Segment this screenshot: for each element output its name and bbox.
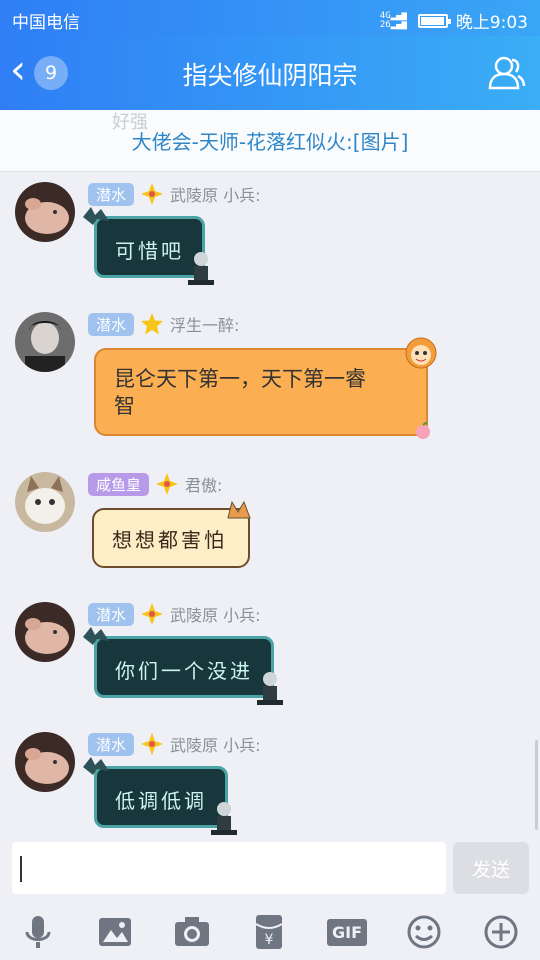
message-meta: 潜水 武陵原 小兵: — [88, 602, 261, 626]
carrier-label: 中国电信 — [12, 13, 80, 33]
diamond-badge-icon — [141, 733, 164, 755]
peach-icon — [416, 422, 430, 439]
message-text: 想想都害怕 — [112, 528, 227, 552]
avatar[interactable] — [15, 472, 75, 532]
pinned-notice[interactable]: 好强 大佬会-天师-花落红似火:[图片] — [0, 110, 540, 172]
bat-wing-icon — [83, 627, 109, 645]
chibi-figure-icon — [257, 672, 283, 705]
sender-name: 武陵原 小兵: — [170, 606, 261, 625]
send-button[interactable]: 发送 — [453, 842, 529, 894]
message-text: 可惜吧 — [115, 239, 184, 263]
message-bubble[interactable]: 可惜吧 — [83, 207, 214, 285]
avatar[interactable] — [15, 602, 75, 662]
avatar[interactable] — [15, 312, 75, 372]
bat-wing-icon — [83, 207, 109, 225]
message-bubble[interactable]: 想想都害怕 — [92, 500, 251, 568]
svg-text:¥: ¥ — [265, 932, 274, 948]
diamond-badge-icon — [141, 603, 164, 625]
member-tag: 咸鱼皇 — [88, 472, 150, 496]
diamond-badge-icon — [141, 183, 164, 205]
message-meta: 潜水 武陵原 小兵: — [88, 732, 261, 756]
monkey-face-icon — [405, 337, 437, 369]
image-icon[interactable] — [95, 912, 135, 952]
message-text-line-2: 智 — [114, 394, 135, 418]
message-meta: 潜水 武陵原 小兵: — [88, 182, 261, 206]
input-bar: 发送 — [0, 836, 540, 902]
message-meta: 咸鱼皇 君傲: — [88, 472, 222, 496]
member-tag: 潜水 — [88, 182, 135, 206]
message-text-line-1: 昆仑天下第一，天下第一睿 — [114, 367, 366, 391]
message-text: 低调低调 — [115, 789, 207, 813]
plus-icon[interactable] — [481, 912, 521, 952]
clock: 晚上9:03 — [455, 13, 528, 33]
gif-icon[interactable]: GIF — [326, 912, 368, 952]
scrollbar[interactable] — [535, 740, 538, 830]
sender-name: 武陵原 小兵: — [170, 186, 261, 205]
chibi-figure-icon — [188, 252, 214, 285]
text-caret — [20, 856, 22, 882]
group-members-icon[interactable] — [486, 52, 526, 92]
cat-ears-icon — [227, 500, 251, 519]
chat-header: ‹ 9 指尖修仙阴阳宗 — [0, 36, 540, 110]
bat-wing-icon — [83, 757, 109, 775]
signal-icon: 4G▂▄▆ 26▂▄▆ — [379, 10, 407, 30]
member-tag: 潜水 — [88, 732, 135, 756]
input-toolbar: ¥ GIF — [0, 902, 540, 960]
battery-icon — [417, 13, 451, 28]
microphone-icon[interactable] — [18, 912, 58, 952]
unread-badge: 9 — [34, 56, 68, 90]
status-bar: 中国电信 4G▂▄▆ 26▂▄▆ 晚上9:03 — [0, 0, 540, 36]
message-text: 你们一个没进 — [115, 659, 253, 683]
message-bubble[interactable]: 低调低调 — [83, 757, 237, 835]
message-bubble[interactable]: 昆仑天下第一，天下第一睿 智 — [94, 337, 437, 439]
page-title: 指尖修仙阴阳宗 — [182, 61, 358, 90]
gif-label: GIF — [326, 918, 367, 946]
sender-name: 浮生一醉: — [170, 316, 240, 335]
member-tag: 潜水 — [88, 312, 135, 336]
avatar[interactable] — [15, 182, 75, 242]
chevron-left-icon: ‹ — [10, 47, 26, 93]
red-packet-icon[interactable]: ¥ — [249, 912, 289, 952]
back-button[interactable]: ‹ 9 — [10, 47, 90, 94]
sender-name: 武陵原 小兵: — [170, 736, 261, 755]
sender-name: 君傲: — [185, 476, 223, 495]
message-bubble[interactable]: 你们一个没进 — [83, 627, 283, 705]
avatar[interactable] — [15, 732, 75, 792]
notice-text[interactable]: 大佬会-天师-花落红似火:[图片] — [0, 126, 540, 155]
message-input[interactable] — [12, 842, 446, 894]
camera-icon[interactable] — [172, 912, 212, 952]
star-badge-icon — [141, 313, 164, 335]
member-tag: 潜水 — [88, 602, 135, 626]
diamond-badge-icon — [156, 473, 179, 495]
chibi-figure-icon — [211, 802, 237, 835]
emoji-icon[interactable] — [404, 912, 444, 952]
message-meta: 潜水 浮生一醉: — [88, 312, 239, 336]
